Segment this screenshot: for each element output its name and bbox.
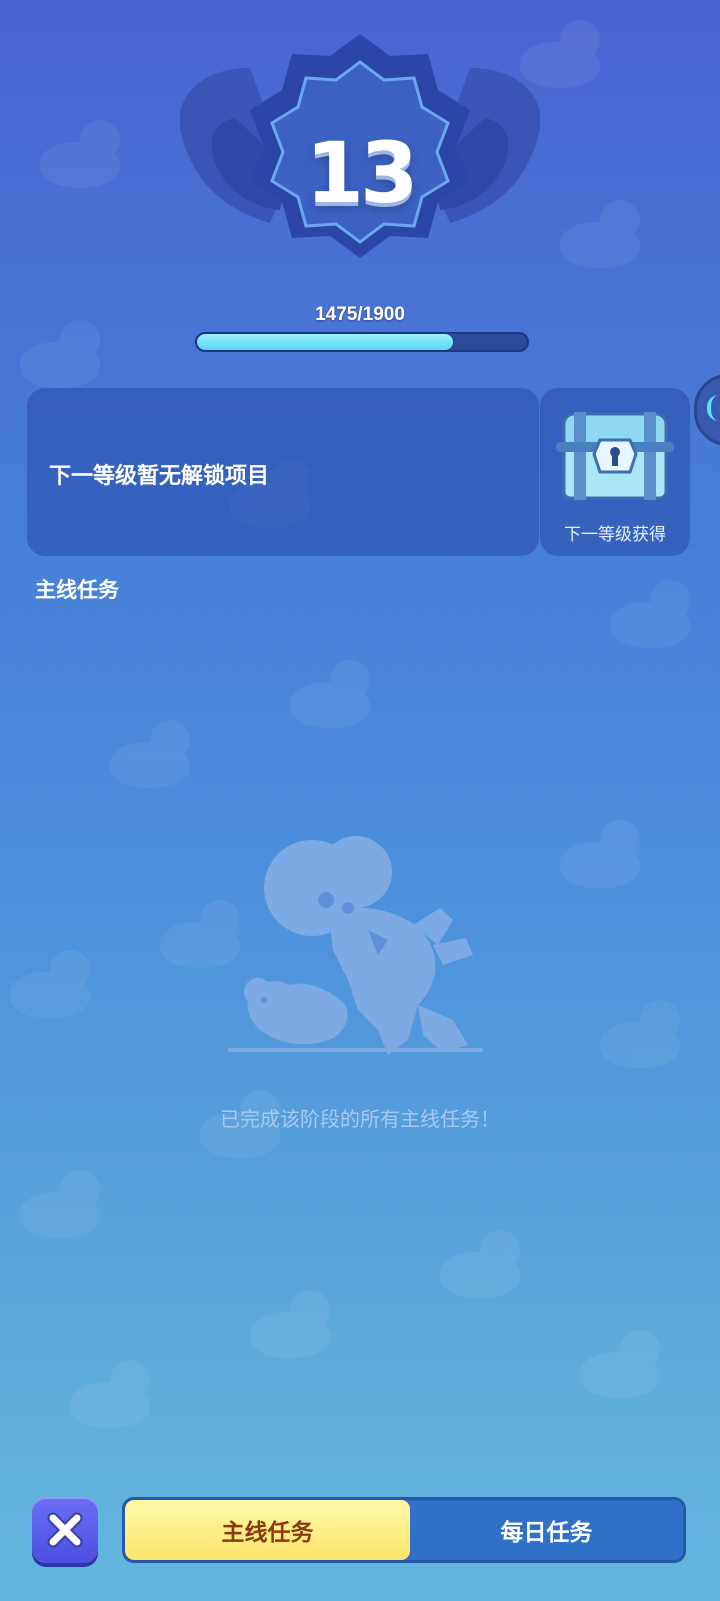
reward-label: 下一等级获得 [564,525,666,545]
empty-state-message: 已完成该阶段的所有主线任务！ [220,1107,500,1131]
close-button[interactable] [32,1497,98,1563]
character-with-dog-illustration [228,836,483,1055]
tab-daily-tasks[interactable]: 每日任务 [410,1500,683,1560]
section-title: 主线任务 [35,578,119,602]
treasure-chest-icon [556,412,674,500]
tab-main-tasks[interactable]: 主线任务 [125,1500,410,1560]
task-tabs: 主线任务 每日任务 [122,1497,686,1563]
unlock-message: 下一等级暂无解锁项目 [49,464,270,489]
next-level-reward-card[interactable]: 下一等级获得 [540,388,690,556]
side-expand-tab[interactable] [694,374,720,446]
level-number: 13 [305,124,419,222]
close-icon [47,1512,83,1548]
xp-progress-fill [197,334,454,350]
next-level-unlock-card: 下一等级暂无解锁项目 [27,388,539,556]
level-badge: 13 [179,28,541,288]
xp-counter: 1475/1900 [315,304,405,325]
xp-progress-bar [195,332,529,352]
